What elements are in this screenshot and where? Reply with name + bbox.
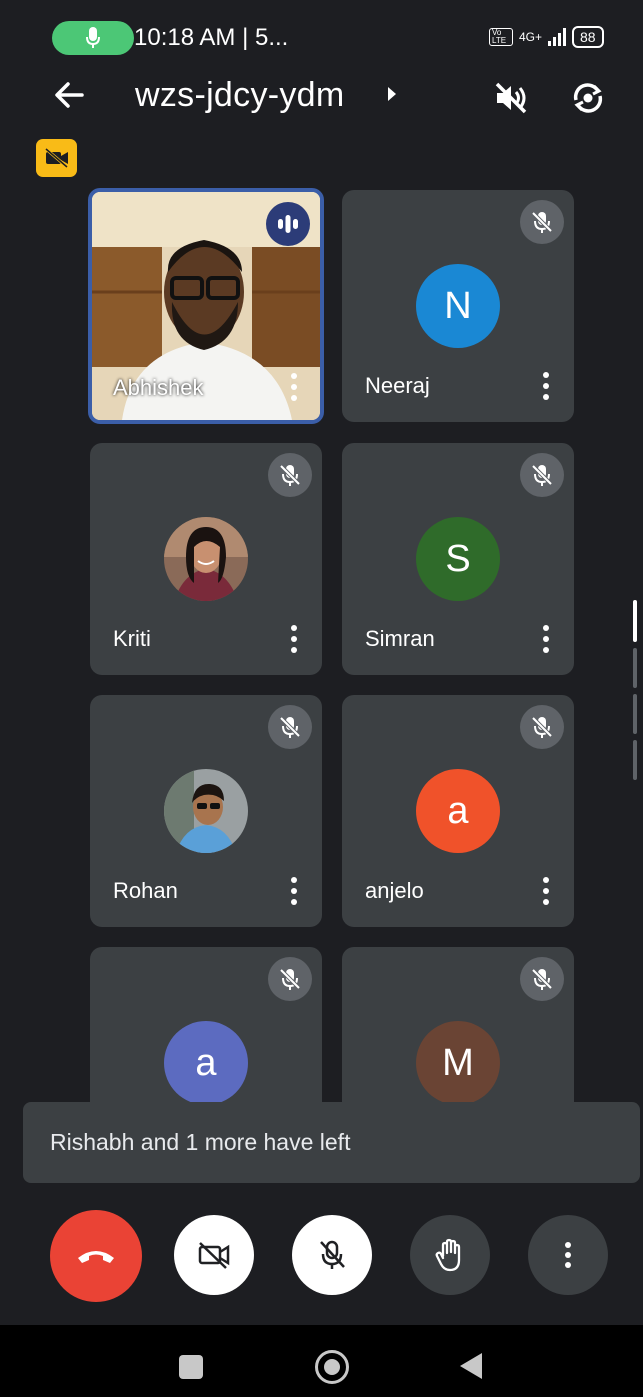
home-icon[interactable] [315, 1350, 349, 1384]
mic-icon [86, 27, 100, 48]
more-vert-icon [565, 1242, 571, 1268]
participant-tile-abhishek[interactable]: Abhishek [88, 188, 324, 424]
scroll-indicator [633, 648, 637, 688]
status-time: 10:18 AM | 5... [134, 24, 289, 51]
more-vert-icon[interactable] [542, 372, 550, 400]
more-vert-icon[interactable] [542, 625, 550, 653]
mic-off-icon [520, 200, 564, 244]
participant-name: Kriti [113, 626, 151, 651]
speaking-indicator-icon [266, 202, 310, 246]
scroll-indicator [633, 694, 637, 734]
avatar [164, 517, 248, 601]
left-notification-toast: Rishabh and 1 more have left [23, 1102, 640, 1183]
mic-off-icon [320, 1240, 345, 1269]
mic-off-icon [268, 705, 312, 749]
mic-off-icon [520, 957, 564, 1001]
hang-up-icon [78, 1251, 114, 1263]
back-arrow-icon[interactable] [52, 78, 86, 112]
avatar: a [416, 769, 500, 853]
back-icon[interactable] [460, 1353, 482, 1379]
battery-level: 88 [580, 29, 596, 45]
status-icons: Vo LTE 4G+ 88 [489, 26, 604, 48]
more-vert-icon[interactable] [542, 877, 550, 905]
more-vert-icon[interactable] [290, 373, 298, 401]
participant-name: Abhishek [113, 375, 204, 400]
camera-toggle-button[interactable] [174, 1215, 254, 1295]
scroll-indicator-active[interactable] [633, 600, 637, 642]
active-mic-indicator [52, 21, 134, 55]
signal-icon [548, 28, 567, 46]
volte-badge: Vo LTE [489, 28, 513, 46]
mic-off-icon [268, 957, 312, 1001]
raise-hand-icon [435, 1238, 461, 1272]
mic-off-icon [520, 705, 564, 749]
camera-off-icon [198, 1242, 230, 1269]
mic-toggle-button[interactable] [292, 1215, 372, 1295]
avatar: N [416, 264, 500, 348]
scroll-indicator [633, 740, 637, 780]
avatar: a [164, 1021, 248, 1105]
avatar: M [416, 1021, 500, 1105]
more-vert-icon[interactable] [290, 877, 298, 905]
participant-tile-kriti[interactable]: Kriti [90, 443, 322, 675]
recents-icon[interactable] [179, 1355, 203, 1379]
participant-name: anjelo [365, 878, 424, 903]
system-nav-bar [0, 1325, 643, 1397]
participant-name: Rohan [113, 878, 178, 903]
toast-message: Rishabh and 1 more have left [50, 1129, 351, 1155]
speaker-off-icon[interactable] [491, 78, 531, 118]
more-vert-icon[interactable] [290, 625, 298, 653]
participant-name: Neeraj [365, 373, 430, 398]
participant-tile-neeraj[interactable]: N Neeraj [342, 190, 574, 422]
more-options-button[interactable] [528, 1215, 608, 1295]
participant-tile-anjelo[interactable]: a anjelo [342, 695, 574, 927]
participant-tile-simran[interactable]: S Simran [342, 443, 574, 675]
caret-right-icon[interactable] [388, 87, 396, 101]
switch-camera-icon[interactable] [568, 78, 608, 118]
network-type: 4G+ [519, 30, 543, 44]
avatar: S [416, 517, 500, 601]
mic-off-icon [268, 453, 312, 497]
meeting-code[interactable]: wzs-jdcy-ydm [135, 76, 345, 115]
battery-icon: 88 [572, 26, 604, 48]
camera-off-badge-icon [36, 139, 77, 177]
mic-off-icon [520, 453, 564, 497]
participant-name: Simran [365, 626, 435, 651]
hang-up-button[interactable] [50, 1210, 142, 1302]
participant-tile-rohan[interactable]: Rohan [90, 695, 322, 927]
raise-hand-button[interactable] [410, 1215, 490, 1295]
avatar [164, 769, 248, 853]
